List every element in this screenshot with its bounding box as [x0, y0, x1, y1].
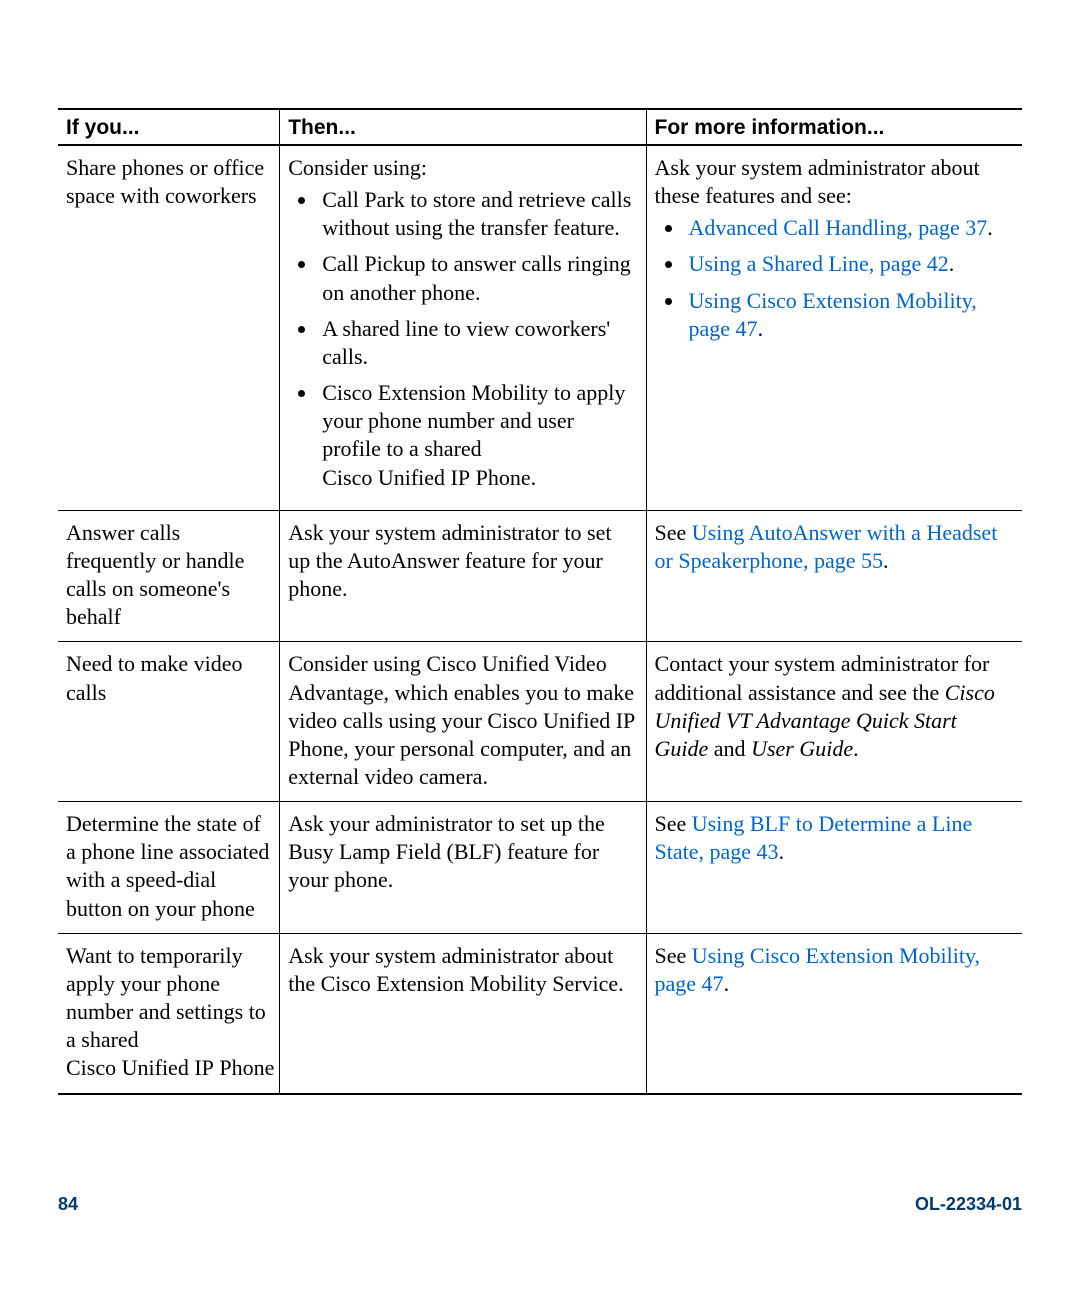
cell-ifyou: Share phones or office space with cowork… [58, 145, 280, 510]
text: See [655, 811, 692, 836]
cell-info: Contact your system administrator for ad… [646, 642, 1022, 802]
cell-ifyou: Want to temporarily apply your phone num… [58, 933, 280, 1093]
list-item: Call Pickup to answer calls ringing on a… [318, 250, 637, 306]
punct: . [758, 316, 764, 341]
table-row: Determine the state of a phone line asso… [58, 802, 1022, 934]
cell-then: Ask your administrator to set up the Bus… [280, 802, 646, 934]
list-item: A shared line to view coworkers' calls. [318, 315, 637, 371]
link-blf[interactable]: Using BLF to Determine a Line State, pag… [655, 811, 973, 864]
punct: . [949, 251, 955, 276]
link-shared-line[interactable]: Using a Shared Line, page 42 [689, 251, 949, 276]
cell-then: Ask your system administrator about the … [280, 933, 646, 1093]
list-item: Using Cisco Extension Mobility, page 47. [685, 287, 1014, 343]
table-row: Need to make video calls Consider using … [58, 642, 1022, 802]
punct: . [987, 215, 993, 240]
page-footer: 84 OL-22334-01 [58, 1194, 1022, 1215]
cell-then: Consider using Cisco Unified Video Advan… [280, 642, 646, 802]
then-intro: Consider using: [288, 155, 427, 180]
cell-ifyou: Need to make video calls [58, 642, 280, 802]
link-autoanswer[interactable]: Using AutoAnswer with a Headset or Speak… [655, 520, 998, 573]
list-item: Advanced Call Handling, page 37. [685, 214, 1014, 242]
link-advanced-call-handling[interactable]: Advanced Call Handling, page 37 [689, 215, 988, 240]
text: and [708, 736, 751, 761]
doc-id: OL-22334-01 [915, 1194, 1022, 1215]
cell-info: Ask your system administrator about thes… [646, 145, 1022, 510]
cell-ifyou: Answer calls frequently or handle calls … [58, 510, 280, 642]
punct: . [853, 736, 859, 761]
list-item: Call Park to store and retrieve calls wi… [318, 186, 637, 242]
text: Contact your system administrator for ad… [655, 651, 990, 704]
page-number: 84 [58, 1194, 78, 1215]
punct: . [883, 548, 889, 573]
text: See [655, 520, 692, 545]
punct: . [779, 839, 785, 864]
col-header-then: Then... [280, 109, 646, 145]
list-item: Cisco Extension Mobility to apply your p… [318, 379, 637, 492]
cell-then: Consider using: Call Park to store and r… [280, 145, 646, 510]
col-header-ifyou: If you... [58, 109, 280, 145]
cell-then: Ask your system administrator to set up … [280, 510, 646, 642]
cell-info: See Using AutoAnswer with a Headset or S… [646, 510, 1022, 642]
col-header-info: For more information... [646, 109, 1022, 145]
doc-title: User Guide [751, 736, 853, 761]
cell-info: See Using Cisco Extension Mobility, page… [646, 933, 1022, 1093]
punct: . [724, 971, 730, 996]
table-row: Want to temporarily apply your phone num… [58, 933, 1022, 1093]
info-intro: Ask your system administrator about thes… [655, 155, 980, 208]
feature-table: If you... Then... For more information..… [58, 108, 1022, 1095]
link-extension-mobility[interactable]: Using Cisco Extension Mobility, page 47 [655, 943, 981, 996]
text: See [655, 943, 692, 968]
cell-ifyou: Determine the state of a phone line asso… [58, 802, 280, 934]
table-row: Share phones or office space with cowork… [58, 145, 1022, 510]
link-extension-mobility[interactable]: Using Cisco Extension Mobility, page 47 [689, 288, 977, 341]
cell-info: See Using BLF to Determine a Line State,… [646, 802, 1022, 934]
list-item: Using a Shared Line, page 42. [685, 250, 1014, 278]
table-row: Answer calls frequently or handle calls … [58, 510, 1022, 642]
